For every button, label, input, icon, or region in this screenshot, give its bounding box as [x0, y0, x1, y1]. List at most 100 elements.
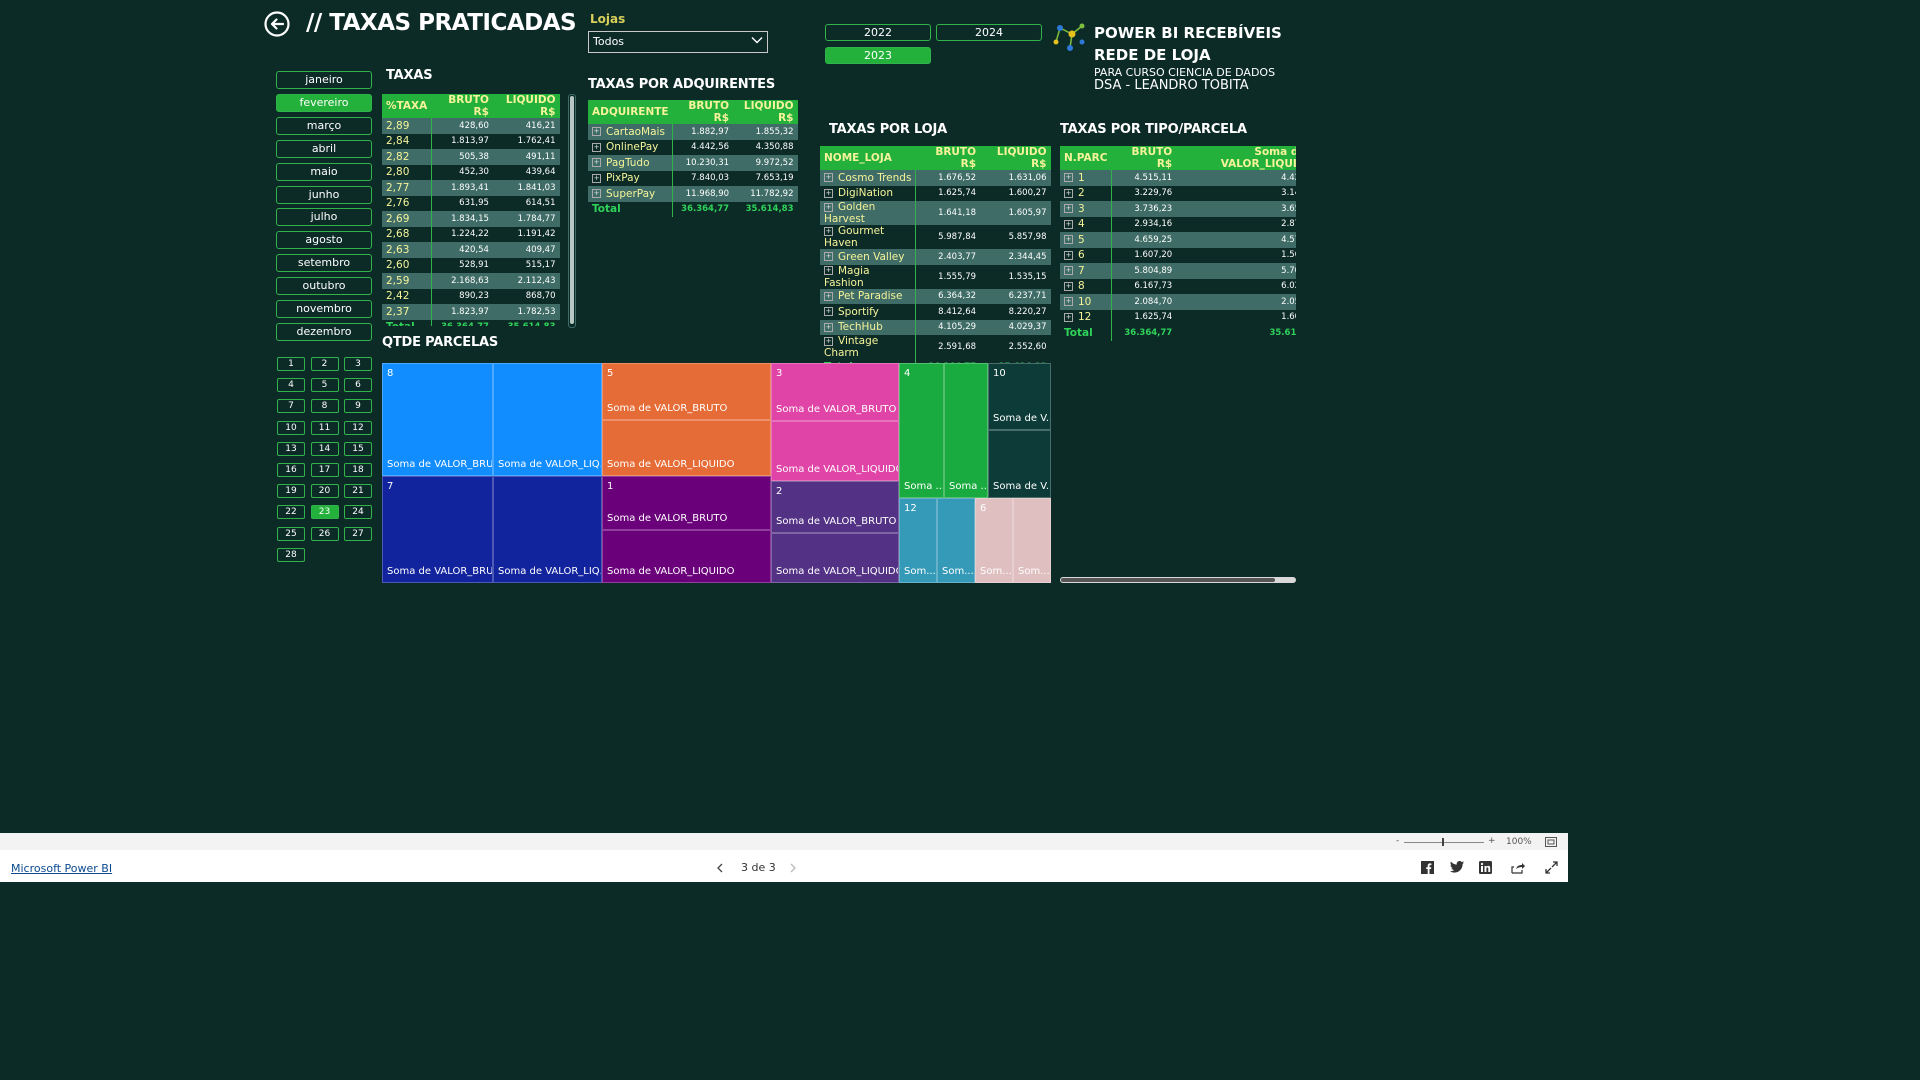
- expand-icon[interactable]: +: [824, 188, 833, 198]
- table-row[interactable]: + CartaoMais 1.882,97 1.855,32: [588, 124, 798, 140]
- lojas_table-header-1[interactable]: BRUTO R$: [915, 146, 981, 170]
- table-row[interactable]: + Vintage Charm 2.591,68 2.552,60: [820, 335, 1051, 359]
- treemap-tile[interactable]: Soma de VALOR_LIQ...: [493, 476, 602, 583]
- day-button-7[interactable]: 8: [310, 399, 339, 414]
- table-row[interactable]: + PagTudo 10.230,31 9.972,52: [588, 155, 798, 171]
- month-button-7[interactable]: agosto: [276, 231, 372, 250]
- zoom-slider-thumb[interactable]: [1442, 838, 1444, 846]
- table-row[interactable]: 2,82 505,38 491,11: [382, 149, 560, 165]
- treemap-tile[interactable]: Soma de VALOR_LIQUIDO: [602, 420, 771, 476]
- table-row[interactable]: 2,77 1.893,41 1.841,03: [382, 180, 560, 196]
- month-button-1[interactable]: fevereiro: [276, 93, 372, 112]
- expand-icon[interactable]: +: [824, 322, 833, 332]
- table-row[interactable]: +3 3.736,233.653: [1060, 201, 1296, 217]
- treemap-tile[interactable]: Soma ...: [944, 363, 988, 498]
- day-button-25[interactable]: 26: [310, 526, 339, 541]
- expand-icon[interactable]: +: [824, 307, 833, 317]
- table-row[interactable]: 2,76 631,95 614,51: [382, 195, 560, 211]
- treemap-tile[interactable]: 1 Soma de VALOR_BRUTO: [602, 476, 771, 530]
- day-button-10[interactable]: 11: [310, 420, 339, 435]
- table-row[interactable]: + OnlinePay 4.442,56 4.350,88: [588, 139, 798, 155]
- month-button-11[interactable]: dezembro: [276, 322, 372, 341]
- day-button-27[interactable]: 28: [277, 547, 305, 562]
- table-row[interactable]: 2,89 428,60 416,21: [382, 118, 560, 134]
- powerbi-link[interactable]: Microsoft Power BI: [11, 862, 112, 875]
- month-button-10[interactable]: novembro: [276, 300, 372, 318]
- treemap-tile[interactable]: Soma de VALOR_LIQ...: [493, 363, 602, 476]
- fit-page-icon[interactable]: [1545, 837, 1557, 847]
- day-button-18[interactable]: 19: [277, 484, 305, 499]
- table-row[interactable]: +1 4.515,114.425: [1060, 170, 1296, 186]
- expand-icon[interactable]: +: [592, 173, 601, 183]
- treemap-tile[interactable]: Soma de VALOR_LIQUIDO: [771, 533, 899, 583]
- lojas-dropdown[interactable]: Todos: [588, 31, 768, 53]
- treemap-tile[interactable]: 8 Soma de VALOR_BRU...: [382, 363, 493, 476]
- table-row[interactable]: +2 3.229,763.144: [1060, 185, 1296, 201]
- next-page-icon[interactable]: [789, 863, 797, 873]
- expand-icon[interactable]: +: [824, 266, 833, 275]
- day-button-13[interactable]: 14: [310, 441, 339, 456]
- table-row[interactable]: +12 1.625,741.600: [1060, 309, 1296, 325]
- table-row[interactable]: +7 5.804,895.702: [1060, 263, 1296, 279]
- year-2022-button[interactable]: 2022: [825, 24, 931, 41]
- treemap-tile[interactable]: Som...: [937, 498, 975, 583]
- expand-icon[interactable]: +: [824, 173, 833, 183]
- month-button-9[interactable]: outubro: [276, 277, 372, 296]
- lojas_table-header-2[interactable]: LIQUIDO R$: [980, 146, 1051, 170]
- expand-icon[interactable]: +: [824, 336, 833, 346]
- table-row[interactable]: + PixPay 7.840,03 7.653,19: [588, 170, 798, 186]
- expand-icon[interactable]: +: [824, 226, 833, 236]
- treemap-tile[interactable]: 12 Som...: [899, 498, 937, 583]
- day-button-22[interactable]: 23: [310, 505, 339, 520]
- year-2023-button[interactable]: 2023: [825, 47, 931, 64]
- twitter-icon[interactable]: [1450, 861, 1464, 873]
- expand-icon[interactable]: +: [824, 202, 833, 212]
- treemap-tile[interactable]: 7 Soma de VALOR_BRU...: [382, 476, 493, 583]
- zoom-slider[interactable]: [1404, 842, 1484, 843]
- adquirentes-header-0[interactable]: ADQUIRENTE: [588, 100, 673, 124]
- day-button-9[interactable]: 10: [277, 420, 305, 435]
- table-row[interactable]: +4 2.934,162.871: [1060, 216, 1296, 232]
- parcelas-scrollbar[interactable]: [1060, 577, 1296, 583]
- taxas-header-0[interactable]: %TAXA: [382, 94, 432, 118]
- day-button-6[interactable]: 7: [277, 399, 305, 414]
- back-arrow-icon[interactable]: [264, 11, 290, 37]
- month-button-6[interactable]: julho: [276, 208, 372, 227]
- expand-icon[interactable]: +: [1064, 235, 1073, 245]
- day-button-1[interactable]: 2: [310, 357, 339, 371]
- day-button-11[interactable]: 12: [344, 420, 372, 435]
- table-row[interactable]: 2,59 2.168,63 2.112,43: [382, 273, 560, 289]
- table-row[interactable]: 2,69 1.834,15 1.784,77: [382, 211, 560, 227]
- treemap-tile[interactable]: 2 Soma de VALOR_BRUTO: [771, 481, 899, 533]
- table-row[interactable]: + Sportify 8.412,64 8.220,27: [820, 304, 1051, 320]
- month-button-5[interactable]: junho: [276, 185, 372, 204]
- expand-icon[interactable]: +: [592, 142, 601, 152]
- fullscreen-icon[interactable]: [1545, 861, 1558, 874]
- facebook-icon[interactable]: [1421, 861, 1434, 874]
- lojas_table-header-0[interactable]: NOME_LOJA: [820, 146, 916, 170]
- day-button-14[interactable]: 15: [344, 441, 372, 456]
- month-button-3[interactable]: abril: [276, 139, 372, 158]
- treemap-tile[interactable]: 5 Soma de VALOR_BRUTO: [602, 363, 771, 420]
- day-button-2[interactable]: 3: [344, 357, 372, 371]
- expand-icon[interactable]: +: [1064, 297, 1073, 307]
- expand-icon[interactable]: +: [592, 189, 601, 199]
- taxas-header-1[interactable]: BRUTO R$: [431, 94, 493, 118]
- treemap-tile[interactable]: 3 Soma de VALOR_BRUTO: [771, 363, 899, 421]
- month-button-2[interactable]: março: [276, 116, 372, 135]
- table-row[interactable]: + Gourmet Haven 5.987,84 5.857,98: [820, 225, 1051, 249]
- table-row[interactable]: + Pet Paradise 6.364,32 6.237,71: [820, 288, 1051, 304]
- taxas-header-2[interactable]: LIQUIDO R$: [492, 94, 560, 118]
- taxas-scrollbar[interactable]: [568, 94, 576, 328]
- table-row[interactable]: + Magia Fashion 1.555,79 1.535,15: [820, 264, 1051, 289]
- day-button-21[interactable]: 22: [277, 505, 305, 520]
- expand-icon[interactable]: +: [824, 252, 833, 262]
- treemap-tile[interactable]: Soma de VALOR_LIQUIDO: [602, 530, 771, 583]
- day-button-8[interactable]: 9: [344, 399, 372, 414]
- day-button-15[interactable]: 16: [277, 463, 305, 477]
- expand-icon[interactable]: +: [1064, 173, 1073, 183]
- table-row[interactable]: 2,60 528,91 515,17: [382, 257, 560, 273]
- month-button-8[interactable]: setembro: [276, 254, 372, 273]
- table-row[interactable]: 2,84 1.813,97 1.762,41: [382, 133, 560, 149]
- treemap-tile[interactable]: 4 Soma ...: [899, 363, 944, 498]
